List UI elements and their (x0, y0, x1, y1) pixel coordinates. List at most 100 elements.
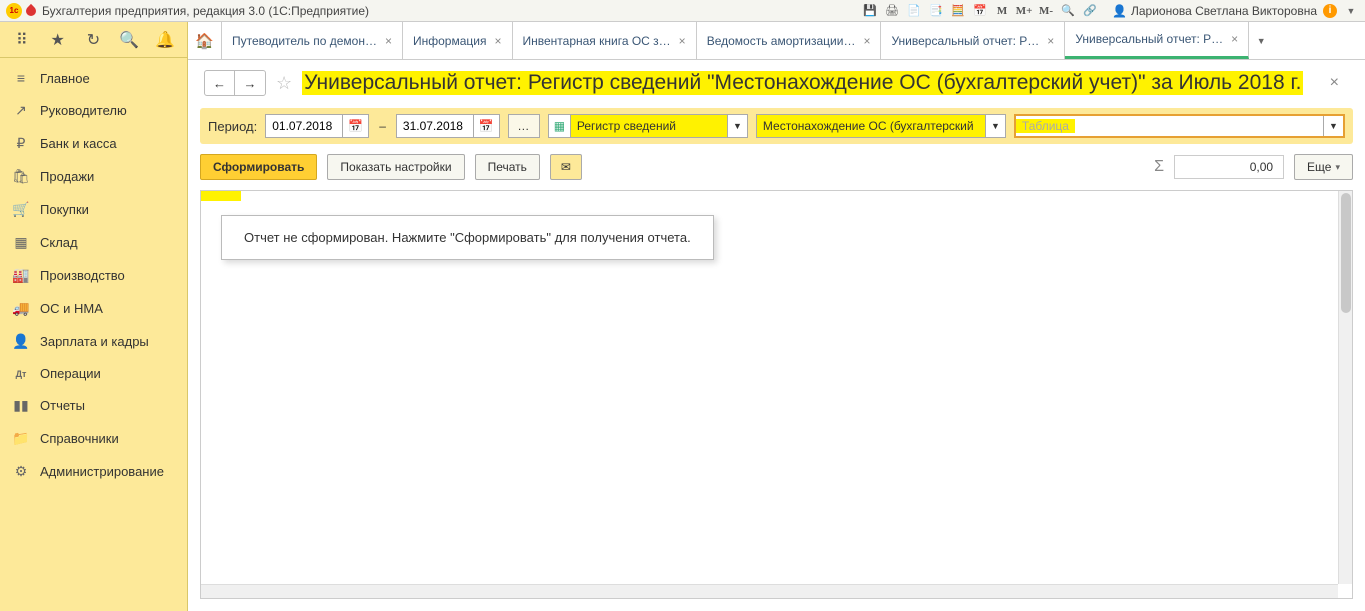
tab-info[interactable]: Информация× (403, 22, 513, 59)
forward-button[interactable]: → (235, 71, 265, 95)
sidebar: ⠿ ★ ↻ 🔍 🔔 ≡Главное ↗Руководителю ₽Банк и… (0, 22, 188, 611)
sidebar-item-references[interactable]: 📁Справочники (0, 422, 187, 455)
sidebar-item-assets[interactable]: 🚚 ОС и НМА (0, 292, 187, 325)
history-icon[interactable]: ↻ (82, 29, 104, 51)
tab-guide[interactable]: Путеводитель по демон…× (222, 22, 403, 59)
tab-label: Инвентарная книга ОС з… (523, 34, 671, 48)
close-icon[interactable]: × (1047, 34, 1054, 48)
close-icon[interactable]: × (679, 34, 686, 48)
titlebar-tools: 💾 🖨 📄 📑 🧮 📅 M M+ M- 🔍 🔗 👤 Ларионова Свет… (862, 3, 1359, 19)
tab-home[interactable]: 🏠 (188, 22, 222, 59)
page-header: ← → ☆ Универсальный отчет: Регистр сведе… (188, 60, 1365, 102)
sidebar-item-manager[interactable]: ↗Руководителю (0, 94, 187, 127)
notifications-icon[interactable]: 🔔 (154, 29, 176, 51)
close-icon[interactable]: × (494, 34, 501, 48)
scrollbar-thumb[interactable] (1341, 193, 1351, 313)
chevron-down-icon[interactable]: ▼ (1323, 116, 1343, 136)
print-button[interactable]: Печать (475, 154, 540, 180)
tab-bar: 🏠 Путеводитель по демон…× Информация× Ин… (188, 22, 1365, 60)
sidebar-item-label: Зарплата и кадры (40, 334, 149, 349)
period-picker-button[interactable]: … (508, 114, 540, 138)
nav-buttons: ← → (204, 70, 266, 96)
compare-icon[interactable]: 📑 (928, 3, 944, 19)
dtkt-icon: Дт (12, 369, 30, 379)
report-placeholder-message: Отчет не сформирован. Нажмите "Сформиров… (221, 215, 714, 260)
search-icon[interactable]: 🔍 (118, 29, 140, 51)
close-page-button[interactable]: × (1320, 74, 1349, 92)
sidebar-item-warehouse[interactable]: ▦ Склад (0, 226, 187, 259)
send-mail-button[interactable]: ✉ (550, 154, 582, 180)
sidebar-item-bank[interactable]: ₽Банк и касса (0, 127, 187, 160)
zoom-icon[interactable]: 🔍 (1060, 3, 1076, 19)
sidebar-item-label: ОС и НМА (40, 301, 103, 316)
grid-icon: ▦ (12, 234, 30, 251)
logo-1c-icon: 1c (6, 3, 22, 19)
titlebar-menu-caret[interactable]: ▼ (1343, 3, 1359, 19)
table-combo[interactable]: Таблица ▼ (1014, 114, 1345, 138)
horizontal-scrollbar[interactable] (201, 584, 1338, 598)
favorite-icon[interactable]: ★ (47, 29, 69, 51)
bag-icon: 🛍 (12, 168, 30, 185)
memory-mminus-button[interactable]: M- (1038, 3, 1054, 19)
tab-inventory-book[interactable]: Инвентарная книга ОС з… × (513, 22, 697, 59)
tab-universal-2[interactable]: Универсальный отчет: Р…× (1065, 22, 1249, 59)
apps-icon[interactable]: ⠿ (11, 29, 33, 51)
date-to-input[interactable] (397, 115, 473, 137)
generate-button[interactable]: Сформировать (200, 154, 317, 180)
calendar-icon[interactable]: 📅 (473, 115, 499, 137)
sidebar-item-label: Операции (40, 366, 101, 381)
memory-m-button[interactable]: M (994, 3, 1010, 19)
link-icon[interactable]: 🔗 (1082, 3, 1098, 19)
tab-depreciation[interactable]: Ведомость амортизации…× (697, 22, 882, 59)
chevron-down-icon[interactable]: ▼ (985, 115, 1005, 137)
more-button[interactable]: Еще ▾ (1294, 154, 1353, 180)
sidebar-item-main[interactable]: ≡Главное (0, 62, 187, 94)
chevron-down-icon[interactable]: ▼ (727, 115, 747, 137)
close-icon[interactable]: × (1231, 32, 1238, 46)
doc-icon[interactable]: 📄 (906, 3, 922, 19)
sidebar-item-production[interactable]: 🏭Производство (0, 259, 187, 292)
show-settings-button[interactable]: Показать настройки (327, 154, 464, 180)
sidebar-items: ≡Главное ↗Руководителю ₽Банк и касса 🛍Пр… (0, 58, 187, 492)
calendar-icon[interactable]: 📅 (342, 115, 368, 137)
content-area: 🏠 Путеводитель по демон…× Информация× Ин… (188, 22, 1365, 611)
info-icon[interactable]: i (1323, 4, 1337, 18)
date-from-input[interactable] (266, 115, 342, 137)
sidebar-item-sales[interactable]: 🛍Продажи (0, 160, 187, 193)
sidebar-item-label: Склад (40, 235, 78, 250)
close-icon[interactable]: × (863, 34, 870, 48)
person-icon: 👤 (12, 333, 30, 350)
sidebar-item-hr[interactable]: 👤 Зарплата и кадры (0, 325, 187, 358)
sidebar-item-reports[interactable]: ▮▮Отчеты (0, 389, 187, 422)
sidebar-item-purchases[interactable]: 🛒Покупки (0, 193, 187, 226)
tab-universal-1[interactable]: Универсальный отчет: Р… × (881, 22, 1065, 59)
calc-icon[interactable]: 🧮 (950, 3, 966, 19)
report-viewer[interactable]: Отчет не сформирован. Нажмите "Сформиров… (200, 190, 1353, 599)
calendar-icon[interactable]: 📅 (972, 3, 988, 19)
print-icon[interactable]: 🖨 (884, 3, 900, 19)
truck-icon: 🚚 (12, 300, 30, 317)
save-icon[interactable]: 💾 (862, 3, 878, 19)
sidebar-item-label: Администрирование (40, 464, 164, 479)
tab-label: Универсальный отчет: Р… (891, 34, 1039, 48)
date-from-field[interactable]: 📅 (265, 114, 369, 138)
close-icon[interactable]: × (385, 34, 392, 48)
source-object-combo[interactable]: Местонахождение ОС (бухгалтерский ▼ (756, 114, 1006, 138)
sidebar-item-label: Банк и касса (40, 136, 117, 151)
action-bar: Сформировать Показать настройки Печать ✉… (200, 154, 1353, 180)
sidebar-item-operations[interactable]: Дт Операции (0, 358, 187, 389)
source-type-combo[interactable]: ▦ Регистр сведений ▼ (548, 114, 748, 138)
factory-icon: 🏭 (12, 267, 30, 284)
back-button[interactable]: ← (205, 71, 235, 95)
gear-icon: ⚙ (12, 463, 30, 480)
favorite-toggle[interactable]: ☆ (276, 73, 292, 94)
tabs-overflow-button[interactable]: ▼ (1249, 22, 1273, 59)
user-block[interactable]: 👤 Ларионова Светлана Викторовна (1112, 4, 1317, 18)
user-icon: 👤 (1112, 4, 1127, 18)
memory-mplus-button[interactable]: M+ (1016, 3, 1032, 19)
app-title: Бухгалтерия предприятия, редакция 3.0 (1… (42, 4, 369, 18)
menu-icon: ≡ (12, 70, 30, 86)
sidebar-item-admin[interactable]: ⚙ Администрирование (0, 455, 187, 488)
vertical-scrollbar[interactable] (1338, 191, 1352, 584)
date-to-field[interactable]: 📅 (396, 114, 500, 138)
